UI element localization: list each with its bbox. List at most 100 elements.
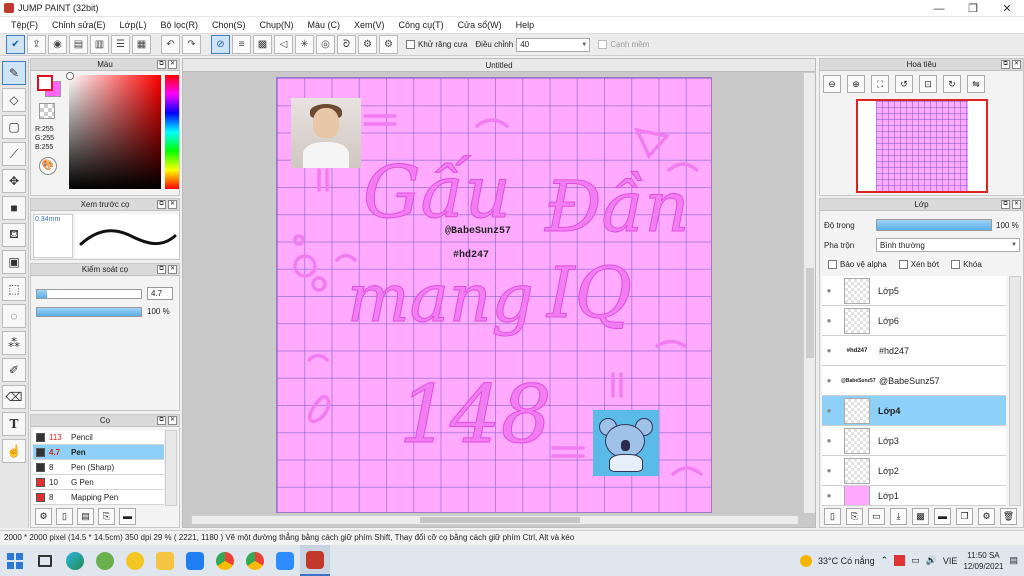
tray-app-icon[interactable] — [894, 555, 906, 566]
snap-off-icon[interactable]: ⊘ — [211, 35, 230, 54]
menu-edit[interactable]: Chỉnh sửa(E) — [45, 20, 113, 30]
menu-select[interactable]: Chọn(S) — [205, 20, 253, 30]
visibility-icon[interactable]: ● — [822, 346, 836, 355]
brush-list-scrollbar[interactable] — [165, 430, 177, 506]
visibility-icon[interactable]: ● — [822, 406, 836, 415]
text-tool-icon[interactable]: T — [2, 412, 26, 436]
layer-row[interactable]: ● Lớp3 — [822, 426, 1006, 456]
export-icon[interactable]: ⇪ — [27, 35, 46, 54]
brush-copy-icon[interactable]: ⎘ — [98, 507, 115, 525]
menu-color[interactable]: Màu (C) — [301, 20, 348, 30]
brush-item-pencil[interactable]: 113 Pencil — [33, 430, 164, 445]
document-tab[interactable]: Untitled — [183, 59, 815, 72]
snap-perspective-icon[interactable]: ◁ — [274, 35, 293, 54]
antialias-toggle[interactable]: Khử răng cưa — [406, 40, 467, 49]
comment-icon[interactable]: ◉ — [48, 35, 67, 54]
snap-parallel-icon[interactable]: ≡ — [232, 35, 251, 54]
magic-wand-tool-icon[interactable]: ⁂ — [2, 331, 26, 355]
menu-capture[interactable]: Chụp(N) — [253, 20, 301, 30]
soft-edge-toggle[interactable]: Cạnh mềm — [598, 40, 649, 49]
layer-pattern-icon[interactable]: ▩ — [912, 507, 929, 525]
zalo-app-icon[interactable] — [180, 545, 210, 576]
lock-checkbox[interactable] — [951, 260, 961, 269]
move-tool-icon[interactable]: ✥ — [2, 169, 26, 193]
file-explorer-icon[interactable] — [150, 545, 180, 576]
brush-size-slider[interactable] — [36, 289, 142, 299]
hue-slider[interactable] — [165, 75, 179, 189]
layer-row[interactable]: ● Lớp1 — [822, 486, 1006, 506]
snap-curve-icon[interactable]: ᘐ — [337, 35, 356, 54]
volume-icon[interactable]: 🔊 — [926, 555, 937, 566]
fit-window-icon[interactable]: ⛶ — [871, 75, 889, 93]
layer-row[interactable]: ● Lớp6 — [822, 306, 1006, 336]
document-icon[interactable]: ▥ — [90, 35, 109, 54]
detach-icon[interactable]: ⧉ — [157, 416, 166, 425]
menu-tools[interactable]: Công cụ(T) — [392, 20, 451, 30]
brush-folder-icon[interactable]: ▬ — [119, 507, 136, 525]
brush-opacity-slider[interactable] — [36, 307, 142, 317]
visibility-icon[interactable]: ● — [822, 491, 836, 500]
hand-tool-icon[interactable]: ☝ — [2, 439, 26, 463]
layer-row[interactable]: ● #hd247 #hd247 — [822, 336, 1006, 366]
select-eraser-tool-icon[interactable]: ⌫ — [2, 385, 26, 409]
message-icon[interactable]: ▤ — [69, 35, 88, 54]
visibility-icon[interactable]: ● — [822, 316, 836, 325]
snap-extra-icon[interactable]: ⚙ — [379, 35, 398, 54]
saturation-value-picker[interactable] — [69, 75, 161, 189]
windows-start-icon[interactable] — [0, 545, 30, 576]
brush-item-pen-sharp[interactable]: 8 Pen (Sharp) — [33, 460, 164, 475]
eraser-tool-icon[interactable]: ◇ — [2, 88, 26, 112]
brush-item-g-pen[interactable]: 10 G Pen — [33, 475, 164, 490]
close-icon[interactable]: ✕ — [168, 60, 177, 69]
visibility-icon[interactable]: ● — [822, 436, 836, 445]
actual-size-icon[interactable]: ⊡ — [919, 75, 937, 93]
palette-icon[interactable]: 🎨 — [39, 157, 57, 175]
brush-item-mapping-pen[interactable]: 8 Mapping Pen — [33, 490, 164, 505]
network-icon[interactable]: ▭ — [911, 555, 920, 566]
antialias-checkbox[interactable] — [406, 40, 415, 49]
select-tool-icon[interactable]: ⬚ — [2, 277, 26, 301]
menu-window[interactable]: Cửa sổ(W) — [451, 20, 509, 30]
maximize-icon[interactable]: ❐ — [956, 0, 990, 17]
flip-icon[interactable]: ⇋ — [967, 75, 985, 93]
new-layer-copy-icon[interactable]: ⎘ — [846, 507, 863, 525]
detach-icon[interactable]: ⧉ — [157, 265, 166, 274]
zoom-app-icon[interactable] — [270, 545, 300, 576]
visibility-icon[interactable]: ● — [822, 466, 836, 475]
clip-toggle[interactable]: Xén bớt — [898, 260, 939, 269]
menu-view[interactable]: Xem(V) — [347, 20, 392, 30]
vertical-scroll-thumb[interactable] — [806, 268, 814, 358]
zoom-out-icon[interactable]: ⊖ — [823, 75, 841, 93]
menu-help[interactable]: Help — [509, 20, 542, 30]
soft-edge-checkbox[interactable] — [598, 40, 608, 49]
brush-item-pen[interactable]: 4.7 Pen — [33, 445, 164, 460]
game-app-icon[interactable] — [90, 545, 120, 576]
snap-grid-icon[interactable]: ▩ — [253, 35, 272, 54]
new-brush-icon[interactable]: ▯ — [56, 507, 73, 525]
close-icon[interactable]: ✕ — [1012, 200, 1021, 209]
edge-browser-icon[interactable] — [60, 545, 90, 576]
brush-settings-icon[interactable]: ⚙ — [35, 507, 52, 525]
brush-menu-icon[interactable]: ▤ — [77, 507, 94, 525]
layer-folder-icon[interactable]: ▬ — [934, 507, 951, 525]
close-icon[interactable]: ✕ — [990, 0, 1024, 17]
undo-icon[interactable]: ↶ — [161, 35, 180, 54]
detach-icon[interactable]: ⧉ — [157, 200, 166, 209]
layer-duplicate-icon[interactable]: ❐ — [956, 507, 973, 525]
grid-settings-icon[interactable]: ▦ — [132, 35, 151, 54]
snap-settings-icon[interactable]: ⚙ — [358, 35, 377, 54]
paint-app-icon[interactable] — [120, 545, 150, 576]
close-icon[interactable]: ✕ — [168, 416, 177, 425]
merge-down-icon[interactable]: ⤓ — [890, 507, 907, 525]
bucket-tool-icon[interactable]: ⛾ — [2, 223, 26, 247]
layer-row[interactable]: ● @BabeSunz57 @BabeSunz57 — [822, 366, 1006, 396]
chrome-browser-icon[interactable] — [210, 545, 240, 576]
brush-tool-icon[interactable]: ✎ — [2, 61, 26, 85]
layer-row[interactable]: ● Lớp5 — [822, 276, 1006, 306]
minimize-icon[interactable]: — — [922, 0, 956, 17]
lasso-tool-icon[interactable]: ◌ — [2, 304, 26, 328]
fill-rect-tool-icon[interactable]: ■ — [2, 196, 26, 220]
lock-toggle[interactable]: Khóa — [951, 260, 982, 269]
horizontal-scroll-thumb[interactable] — [420, 517, 580, 523]
rotate-right-icon[interactable]: ↻ — [943, 75, 961, 93]
